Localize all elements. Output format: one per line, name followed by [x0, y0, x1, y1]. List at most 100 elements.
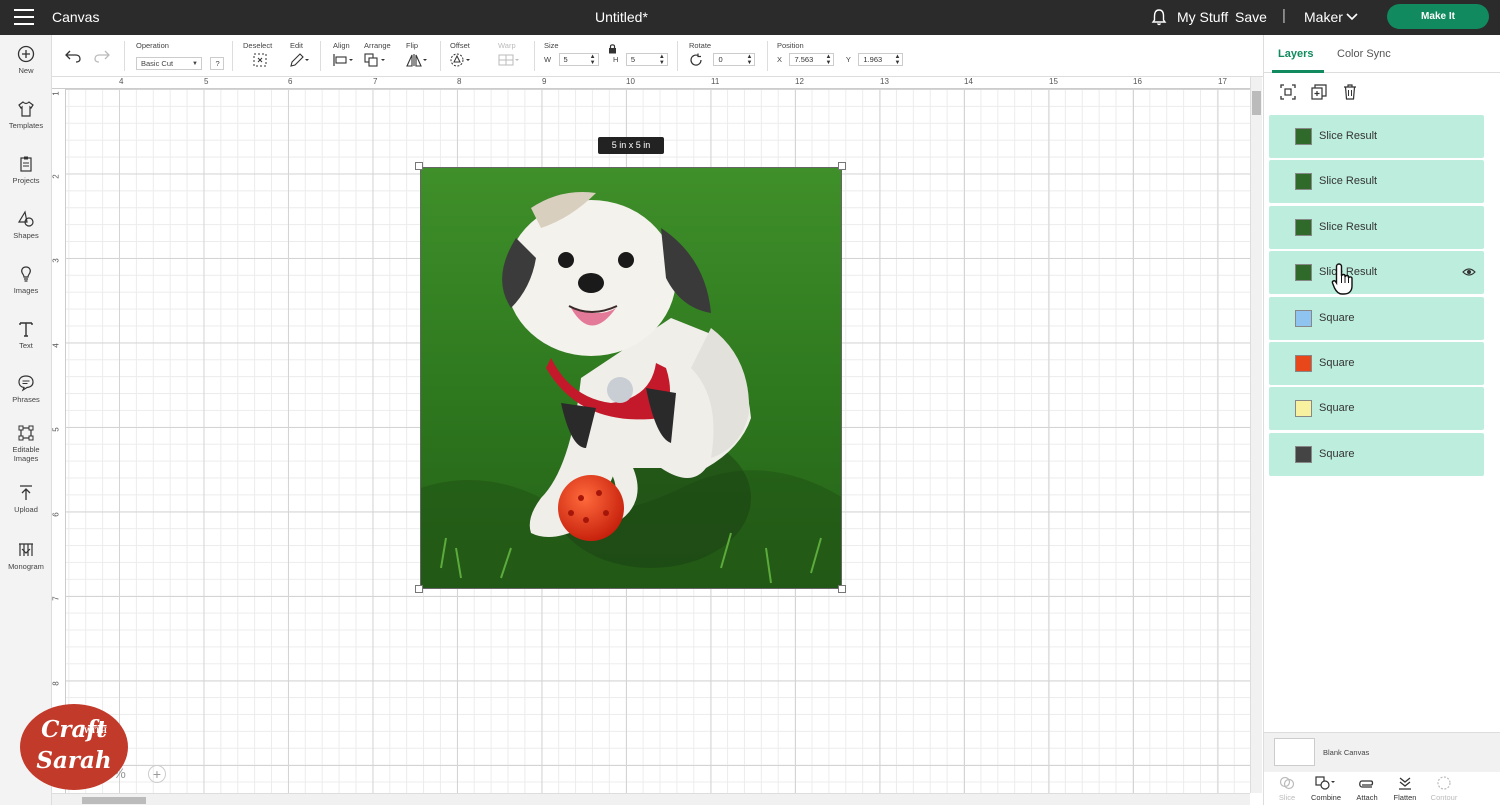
tab-color-sync[interactable]: Color Sync — [1337, 48, 1391, 60]
operation-select[interactable]: Basic Cut ▼ — [136, 57, 202, 70]
stepper-icon[interactable]: ▲ ▼ — [826, 54, 832, 66]
images-tool[interactable]: Images — [0, 265, 52, 295]
stepper-icon[interactable]: ▲ ▼ — [659, 54, 665, 66]
phrases-tool[interactable]: Phrases — [0, 374, 52, 404]
contour-button[interactable]: Contour — [1424, 776, 1464, 802]
layer-item[interactable]: Slice Result — [1269, 160, 1484, 204]
rotate-input[interactable]: 0 ▲ ▼ — [713, 53, 756, 66]
blank-canvas-row[interactable]: Blank Canvas — [1264, 732, 1500, 772]
action-label: Flatten — [1393, 793, 1417, 802]
lock-icon[interactable] — [608, 43, 617, 54]
height-input[interactable]: 5 ▲ ▼ — [625, 53, 668, 66]
ruler-tick: 4 — [51, 343, 61, 348]
text-tool[interactable]: Text — [0, 320, 52, 350]
zoom-in-button[interactable]: + — [148, 765, 166, 783]
help-button[interactable]: ? — [210, 57, 225, 70]
ruler-tick: 17 — [1218, 77, 1227, 86]
my-stuff-link[interactable]: My Stuff — [1177, 9, 1228, 25]
hamburger-menu-icon[interactable] — [14, 9, 34, 25]
lightbulb-icon — [21, 266, 31, 282]
app-title: Canvas — [52, 9, 100, 25]
templates-tool[interactable]: Templates — [0, 100, 52, 130]
scrollbar-thumb[interactable] — [1252, 91, 1261, 115]
dog-photo-image[interactable] — [420, 167, 842, 589]
layer-item[interactable]: Square — [1269, 387, 1484, 431]
clipboard-icon — [20, 156, 32, 172]
ruler-tick: 1 — [51, 91, 61, 96]
stepper-icon[interactable]: ▲ ▼ — [590, 54, 596, 66]
divider — [232, 41, 233, 71]
scrollbar-thumb[interactable] — [82, 797, 146, 804]
flip-group[interactable]: Flip — [406, 41, 430, 72]
y-input[interactable]: 1.963 ▲ ▼ — [858, 53, 904, 66]
layer-item[interactable]: Slice Result — [1269, 251, 1484, 295]
ruler-tick: 8 — [457, 77, 462, 86]
layer-item[interactable]: Square — [1269, 296, 1484, 340]
monogram-tool[interactable]: Monogram — [0, 541, 52, 571]
flatten-button[interactable]: Flatten — [1385, 776, 1425, 802]
slice-button[interactable]: Slice — [1267, 776, 1307, 802]
layer-item[interactable]: Slice Result — [1269, 115, 1484, 158]
trash-icon[interactable] — [1341, 83, 1359, 101]
size-tooltip: 5 in x 5 in — [598, 137, 664, 154]
flip-label: Flip — [406, 41, 419, 50]
combine-button[interactable]: Combine — [1306, 776, 1346, 802]
layer-item[interactable]: Slice Result — [1269, 205, 1484, 249]
x-label: X — [777, 55, 783, 64]
ruler-tick: 13 — [880, 77, 889, 86]
action-label: Combine — [1310, 793, 1341, 802]
chevron-down-icon[interactable] — [1346, 13, 1358, 21]
vertical-scrollbar[interactable] — [1250, 77, 1262, 793]
layer-name: Slice Result — [1319, 130, 1378, 142]
edit-toolbar: Operation Basic Cut ▼ ? Deselect Edit Al… — [52, 35, 1264, 77]
size-group: Size W 5 ▲ ▼ H 5 ▲ ▼ — [544, 41, 668, 71]
new-tool[interactable]: New — [0, 45, 52, 75]
layer-item[interactable]: Square — [1269, 341, 1484, 385]
ruler-tick: 16 — [1133, 77, 1142, 86]
group-icon[interactable] — [1279, 83, 1297, 101]
width-input[interactable]: 5 ▲ ▼ — [558, 53, 599, 66]
align-group[interactable]: Align — [333, 41, 355, 72]
save-button[interactable]: Save — [1235, 9, 1267, 25]
attach-button[interactable]: Attach — [1347, 776, 1387, 802]
eye-icon[interactable] — [1462, 266, 1476, 278]
ruler-tick: 11 — [711, 77, 720, 86]
combine-icon — [1315, 776, 1335, 790]
ruler-tick: 6 — [288, 77, 293, 86]
watermark-logo: Craft WITH Sarah — [20, 704, 128, 790]
layer-color-swatch — [1295, 445, 1312, 463]
x-input[interactable]: 7.563 ▲ ▼ — [789, 53, 835, 66]
redo-icon[interactable] — [94, 49, 110, 63]
edit-group[interactable]: Edit — [290, 41, 310, 72]
resize-handle[interactable] — [415, 162, 423, 170]
operation-value: Basic Cut — [141, 59, 174, 68]
layer-item[interactable]: Square — [1269, 432, 1484, 476]
height-value: 5 — [630, 55, 636, 64]
shapes-tool[interactable]: Shapes — [0, 210, 52, 240]
warp-group[interactable]: Warp — [498, 41, 522, 72]
canvas-color-swatch[interactable] — [1274, 738, 1315, 766]
document-title[interactable]: Untitled* — [595, 9, 648, 25]
offset-group[interactable]: Offset — [450, 41, 474, 72]
h-label: H — [613, 55, 619, 64]
horizontal-scrollbar[interactable] — [52, 793, 1250, 805]
machine-select[interactable]: Maker — [1304, 9, 1343, 25]
undo-icon[interactable] — [65, 49, 81, 63]
resize-handle[interactable] — [415, 585, 423, 593]
editable-images-tool[interactable]: Editable Images — [0, 424, 52, 463]
projects-tool[interactable]: Projects — [0, 155, 52, 185]
arrange-group[interactable]: Arrange — [364, 41, 391, 72]
ruler-tick: 5 — [204, 77, 209, 86]
make-it-button[interactable]: Make It — [1387, 4, 1489, 29]
deselect-group[interactable]: Deselect — [243, 41, 272, 72]
align-label: Align — [333, 41, 350, 50]
resize-handle[interactable] — [838, 585, 846, 593]
resize-handle[interactable] — [838, 162, 846, 170]
stepper-icon[interactable]: ▲ ▼ — [747, 54, 753, 66]
layer-thumbnail — [1295, 218, 1312, 236]
upload-tool[interactable]: Upload — [0, 484, 52, 514]
duplicate-icon[interactable] — [1310, 83, 1328, 101]
stepper-icon[interactable]: ▲ ▼ — [894, 54, 900, 66]
bell-icon[interactable] — [1151, 8, 1167, 26]
tab-layers[interactable]: Layers — [1278, 48, 1313, 60]
